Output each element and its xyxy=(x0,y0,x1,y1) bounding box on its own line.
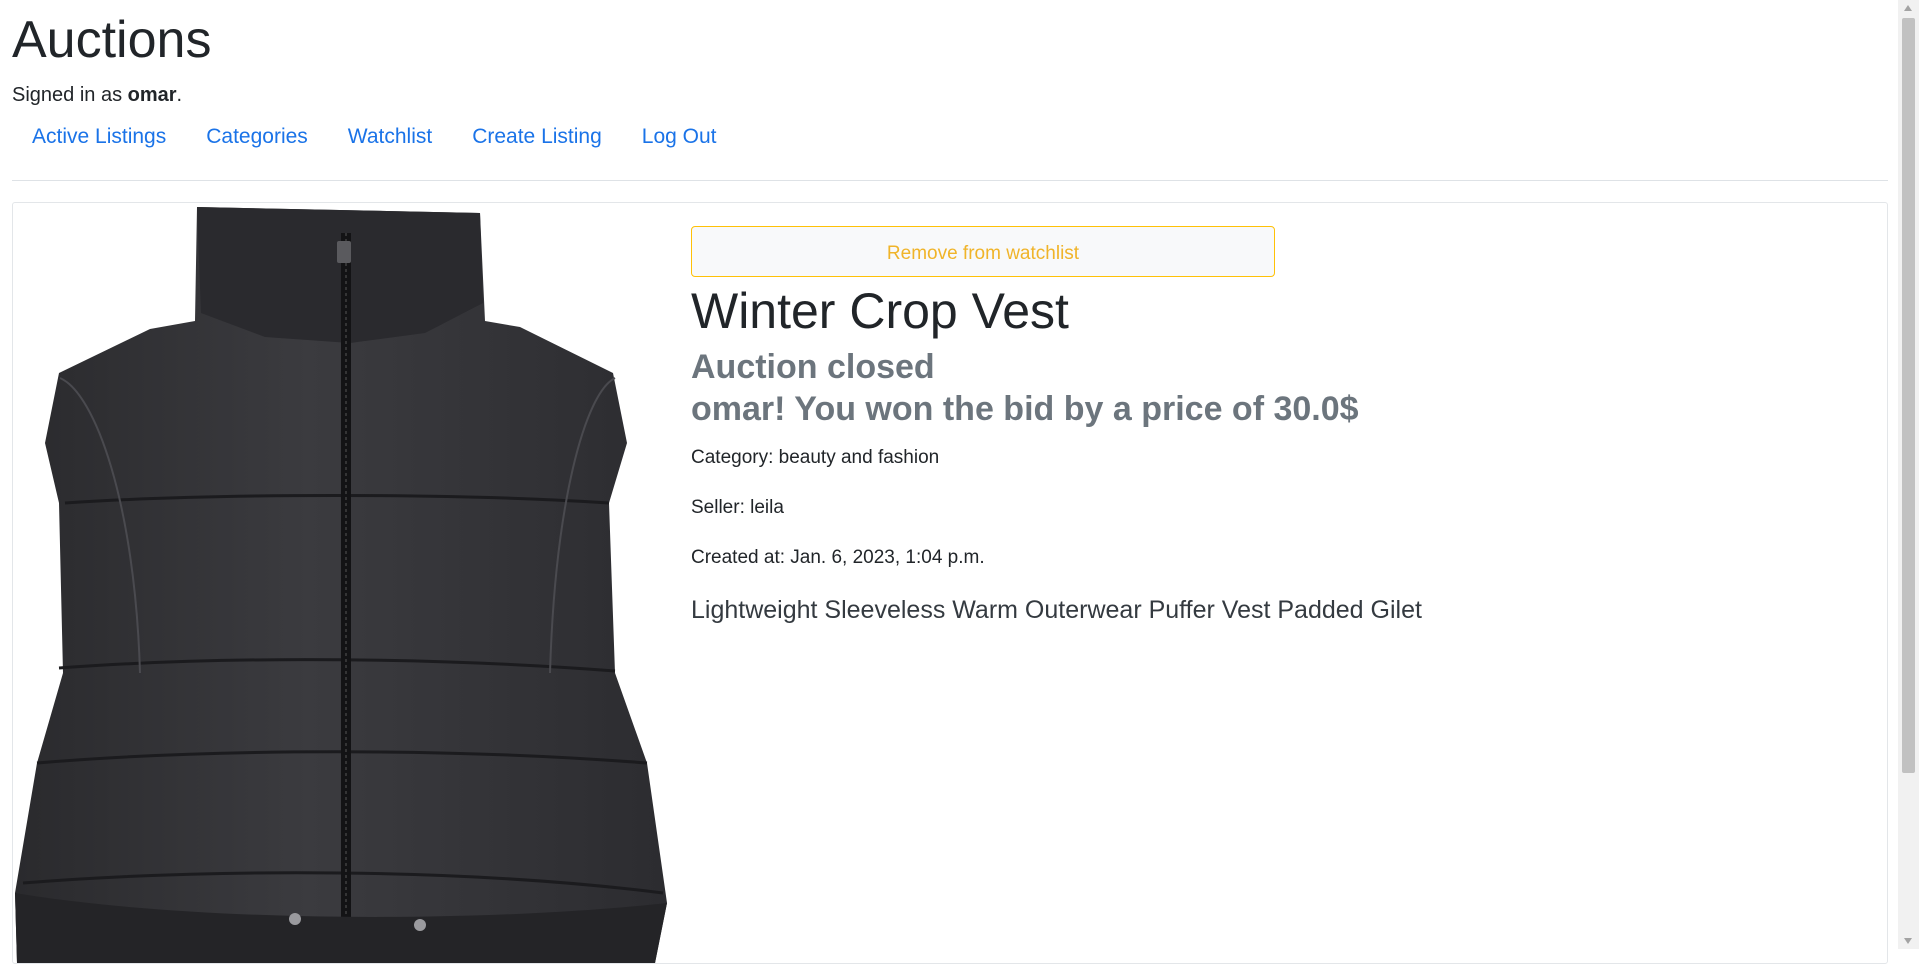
listing-created: Created at: Jan. 6, 2023, 1:04 p.m. xyxy=(691,547,985,568)
site-title: Auctions xyxy=(12,11,212,69)
vertical-scrollbar[interactable] xyxy=(1898,0,1919,949)
username: omar xyxy=(127,84,177,106)
listing-description: Lightweight Sleeveless Warm Outerwear Pu… xyxy=(691,596,1422,624)
nav-log-out[interactable]: Log Out xyxy=(622,122,737,152)
auction-status: Auction closed xyxy=(691,348,935,386)
listing-category: Category: beauty and fashion xyxy=(691,447,940,468)
scroll-thumb[interactable] xyxy=(1902,18,1915,773)
signed-in-suffix: . xyxy=(176,84,183,106)
signed-in-prefix: Signed in as xyxy=(12,84,128,106)
nav-active-listings[interactable]: Active Listings xyxy=(12,122,186,152)
listing-title: Winter Crop Vest xyxy=(691,283,1069,339)
listing-seller: Seller: leila xyxy=(691,497,784,518)
nav-watchlist[interactable]: Watchlist xyxy=(328,122,452,152)
remove-from-watchlist-button[interactable]: Remove from watchlist xyxy=(691,226,1275,277)
black-puffer-vest-image xyxy=(15,207,667,963)
nav-categories[interactable]: Categories xyxy=(186,122,328,152)
page: Auctions Signed in as omar. Active Listi… xyxy=(0,0,1898,964)
scroll-up-icon[interactable] xyxy=(1904,5,1912,11)
main-nav: Active Listings Categories Watchlist Cre… xyxy=(12,122,737,152)
winner-message: omar! You won the bid by a price of 30.0… xyxy=(691,390,1359,428)
scroll-down-icon[interactable] xyxy=(1904,938,1912,944)
header-divider xyxy=(12,180,1888,181)
nav-create-listing[interactable]: Create Listing xyxy=(452,122,622,152)
signed-in-status: Signed in as omar. xyxy=(12,84,182,107)
